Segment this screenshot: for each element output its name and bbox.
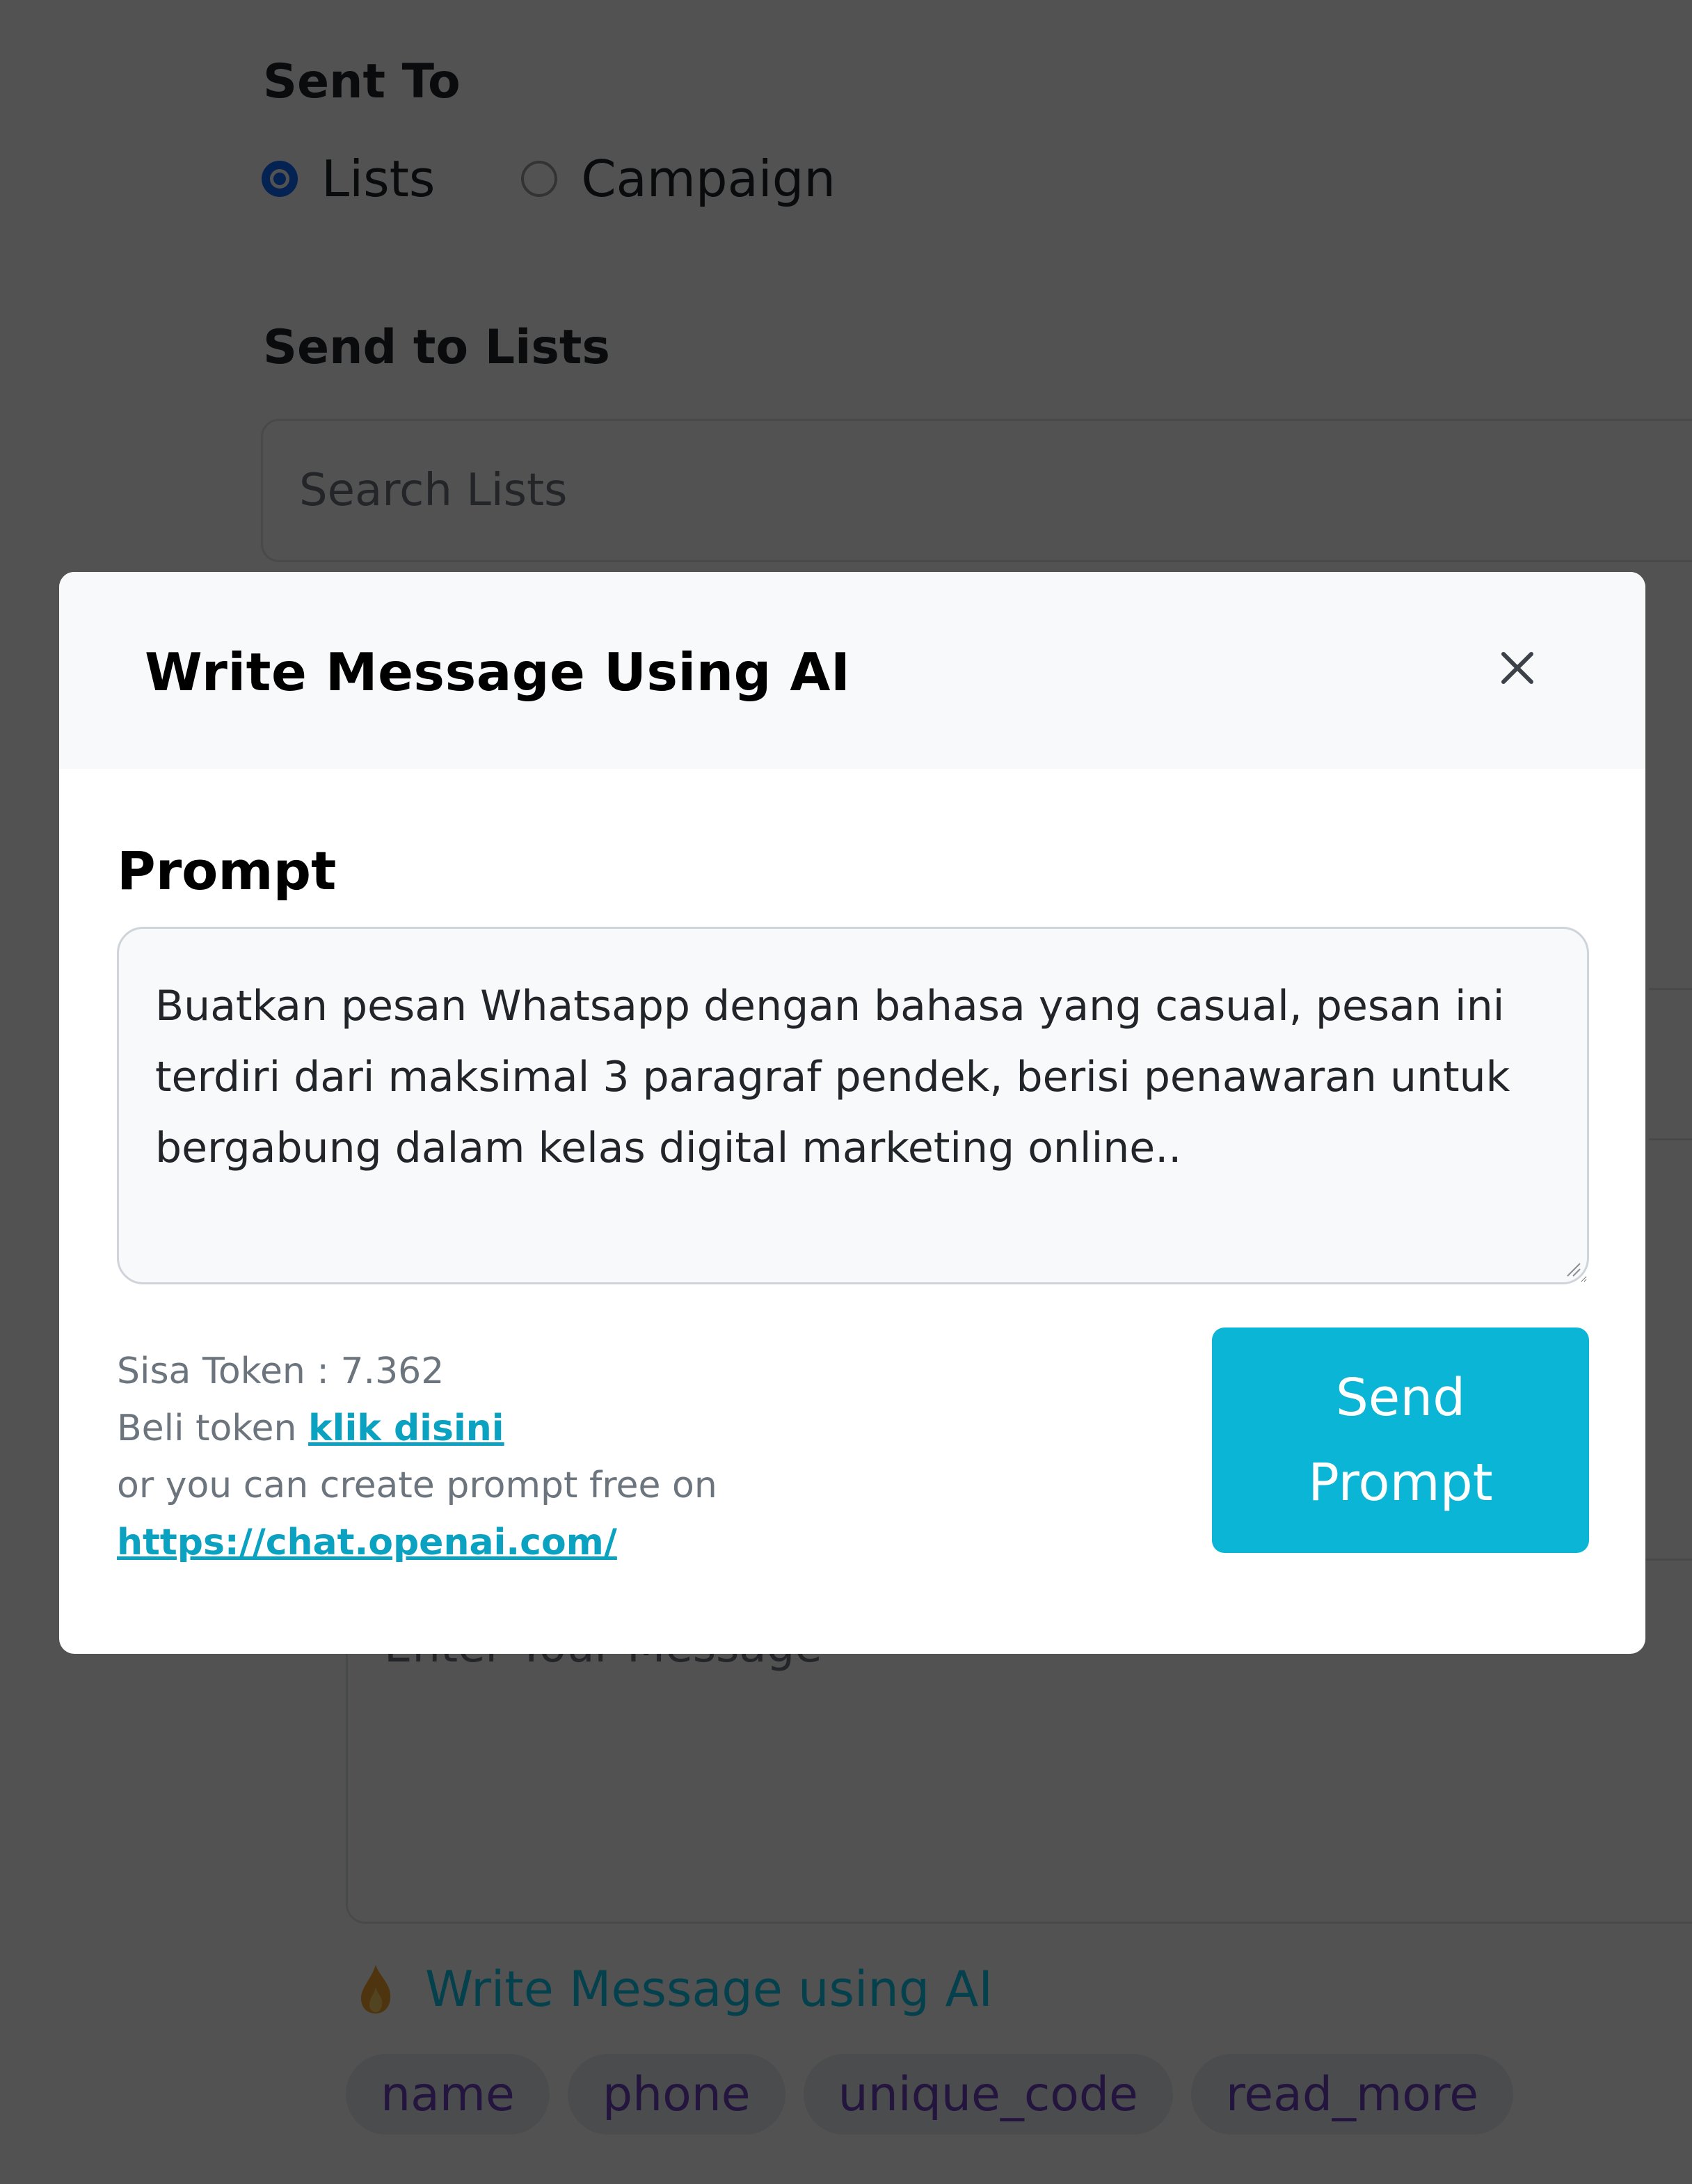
buy-token-prefix: Beli token — [117, 1408, 309, 1449]
send-prompt-button[interactable]: Send Prompt — [1212, 1328, 1589, 1553]
buy-token-link[interactable]: klik disini — [308, 1408, 504, 1449]
close-icon — [1501, 652, 1533, 684]
prompt-textarea[interactable]: Buatkan pesan Whatsapp dengan bahasa yan… — [117, 927, 1589, 1284]
chatgpt-link[interactable]: https://chat.openai.com/ — [117, 1522, 617, 1563]
buy-token-line: Beli token klik disini — [117, 1400, 717, 1457]
close-button[interactable] — [1497, 647, 1538, 689]
free-prompt-text: or you can create prompt free on — [117, 1465, 717, 1506]
prompt-label: Prompt — [117, 840, 337, 902]
modal-header: Write Message Using AI — [59, 572, 1645, 769]
modal-title: Write Message Using AI — [145, 641, 851, 703]
resize-handle-icon[interactable] — [1563, 1259, 1581, 1277]
token-info: Sisa Token : 7.362 Beli token klik disin… — [117, 1343, 717, 1571]
token-balance: Sisa Token : 7.362 — [117, 1350, 445, 1392]
write-ai-modal: Write Message Using AI Prompt Buatkan pe… — [59, 572, 1645, 1654]
